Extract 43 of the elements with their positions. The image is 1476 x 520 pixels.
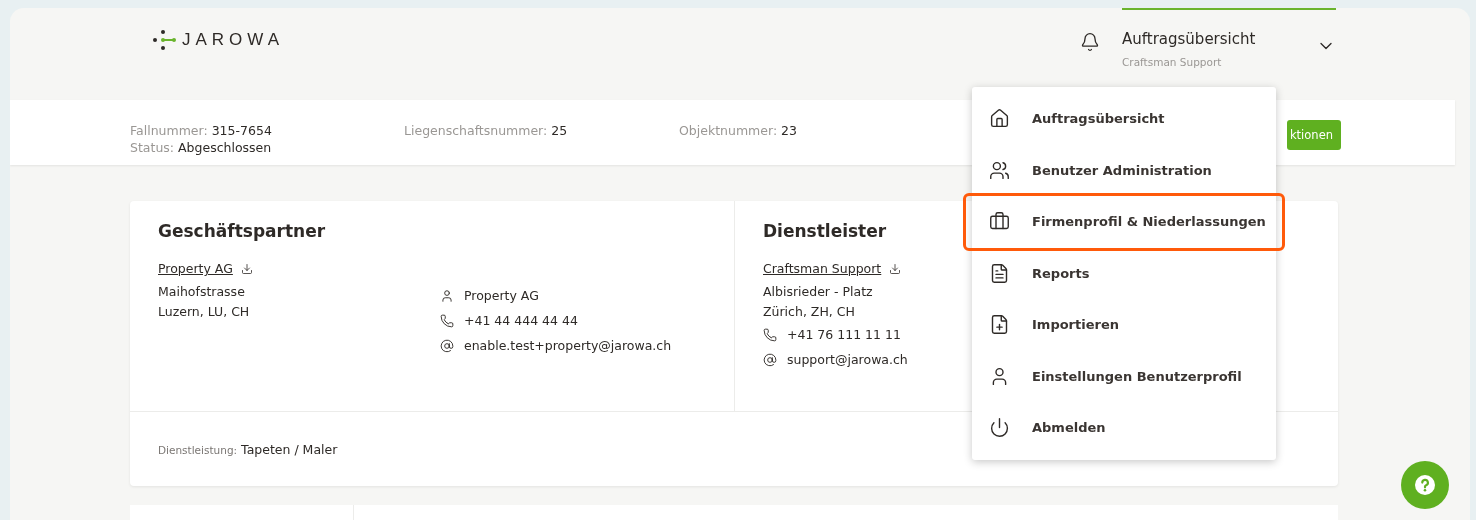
menu-icon bbox=[989, 159, 1010, 181]
phone-number: +41 76 111 11 11 bbox=[787, 327, 901, 342]
address-line: Albisrieder - Platz bbox=[763, 283, 873, 301]
contact-person: Property AG bbox=[464, 288, 539, 303]
menu-item[interactable]: Benutzer Administration bbox=[972, 144, 1276, 196]
bell-icon[interactable] bbox=[1080, 32, 1100, 52]
address-line: Luzern, LU, CH bbox=[158, 303, 250, 321]
logo-icon bbox=[152, 28, 178, 52]
help-button[interactable] bbox=[1401, 461, 1449, 509]
account-menu-button[interactable]: Auftragsübersicht Craftsman Support bbox=[1122, 8, 1336, 68]
address-line: Zürich, ZH, CH bbox=[763, 303, 855, 321]
section-title: Dienstleister bbox=[763, 221, 887, 241]
address-line: Maihofstrasse bbox=[158, 283, 245, 301]
at-icon bbox=[763, 352, 777, 367]
phone-icon bbox=[440, 313, 454, 328]
phone-number: +41 44 444 44 44 bbox=[464, 313, 578, 328]
section-title: Geschäftspartner bbox=[158, 221, 326, 241]
menu-item[interactable]: Firmenprofil & Niederlassungen bbox=[972, 196, 1276, 248]
help-icon bbox=[1415, 475, 1435, 495]
at-icon bbox=[440, 338, 454, 353]
phone-icon bbox=[763, 327, 777, 342]
menu-item[interactable]: Einstellungen Benutzerprofil bbox=[972, 350, 1276, 402]
menu-item[interactable]: Importieren bbox=[972, 299, 1276, 351]
menu-icon bbox=[989, 314, 1010, 336]
object-number: Objektnummer: 23 bbox=[679, 123, 798, 138]
menu-item[interactable]: Auftragsübersicht bbox=[972, 93, 1276, 145]
menu-icon bbox=[989, 108, 1010, 130]
email-address: support@jarowa.ch bbox=[787, 352, 908, 367]
menu-item[interactable]: Reports bbox=[972, 247, 1276, 299]
logo-text: JAROWA bbox=[182, 30, 285, 50]
provider-link[interactable]: Craftsman Support bbox=[763, 261, 882, 276]
person-icon bbox=[440, 288, 454, 303]
download-icon[interactable] bbox=[889, 262, 902, 275]
menu-item[interactable]: Abmelden bbox=[972, 402, 1276, 454]
email-address: enable.test+property@jarowa.ch bbox=[464, 338, 672, 353]
status: Status: Abgeschlossen bbox=[130, 140, 273, 155]
property-number: Liegenschaftsnummer: 25 bbox=[404, 123, 569, 138]
download-icon[interactable] bbox=[240, 262, 253, 275]
partner-link[interactable]: Property AG bbox=[158, 261, 233, 276]
menu-icon bbox=[989, 417, 1010, 439]
menu-icon bbox=[989, 262, 1010, 284]
case-number: Fallnummer: 315-7654 bbox=[130, 123, 273, 138]
service-type: Dienstleistung: Tapeten / Maler bbox=[158, 441, 338, 457]
